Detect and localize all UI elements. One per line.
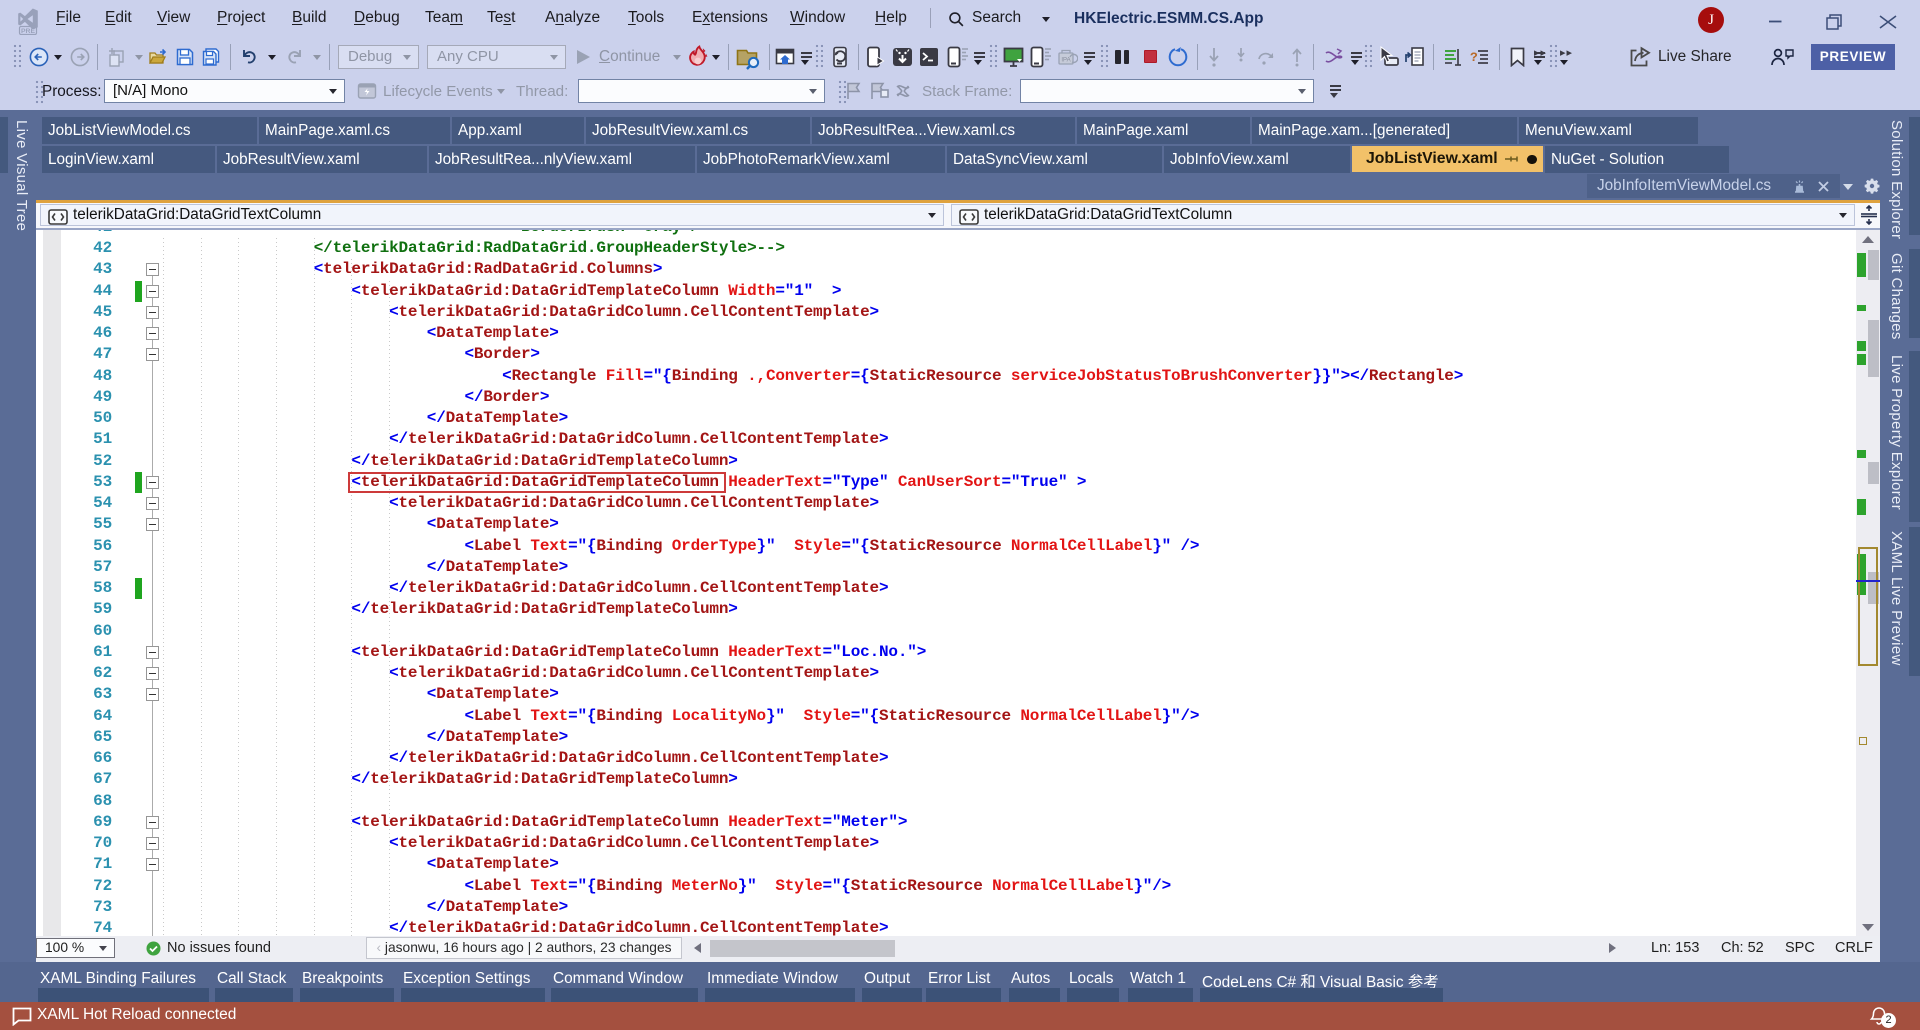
svg-text:?: ? <box>1470 50 1478 65</box>
svg-text:IPA: IPA <box>1061 58 1070 64</box>
